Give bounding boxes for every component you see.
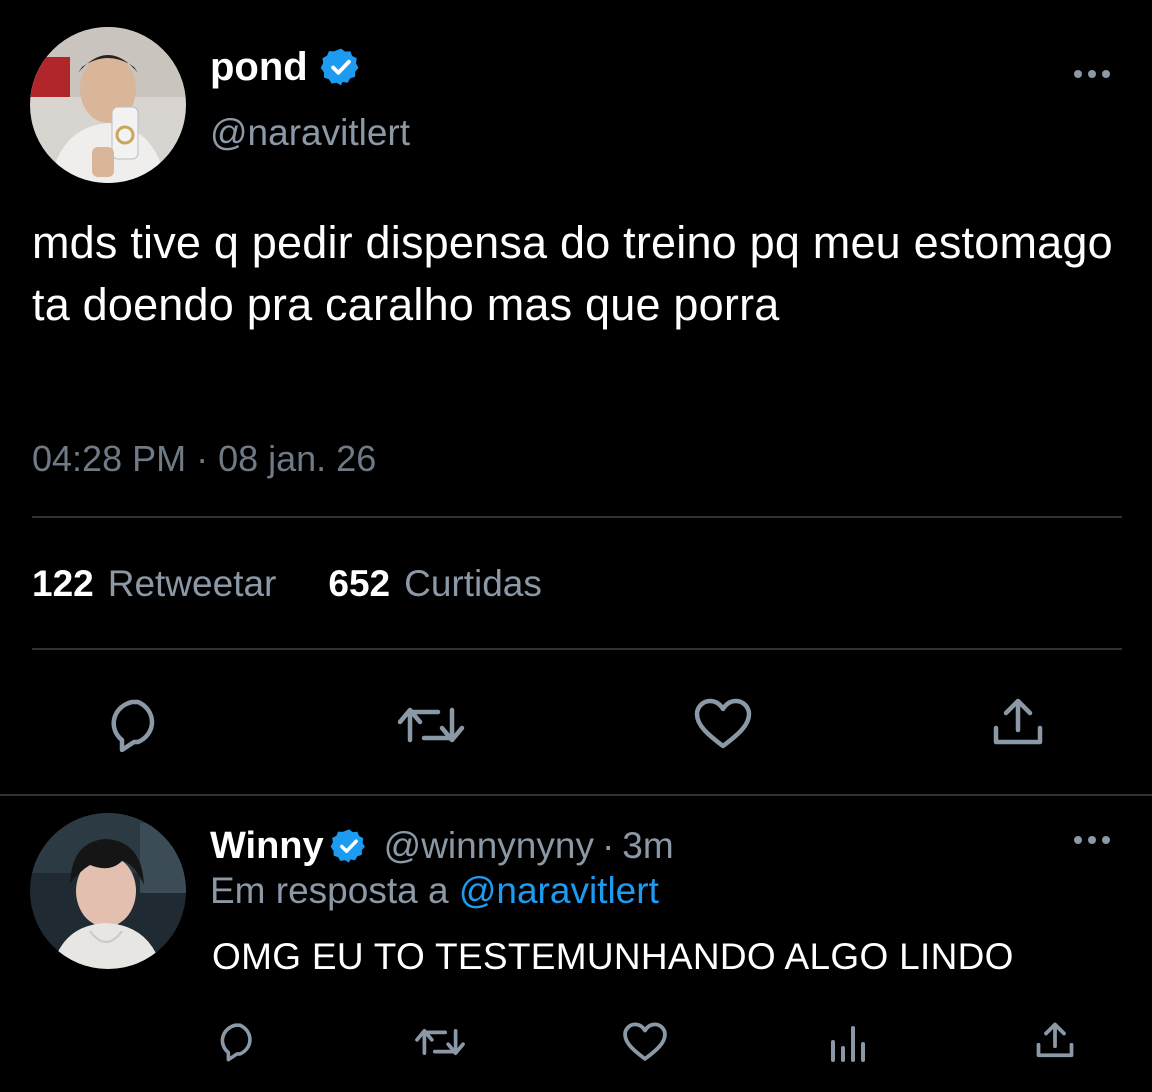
reply-prefix: Em resposta a bbox=[210, 870, 449, 911]
share-icon[interactable] bbox=[990, 696, 1046, 750]
author-handle[interactable]: @naravitlert bbox=[210, 112, 410, 154]
like-label[interactable]: Curtidas bbox=[404, 563, 542, 605]
divider bbox=[32, 516, 1122, 518]
separator: · bbox=[601, 825, 615, 866]
divider bbox=[0, 794, 1152, 796]
reply-time[interactable]: 3m bbox=[622, 825, 673, 867]
tweet-timestamp[interactable]: 04:28 PM · 08 jan. 26 bbox=[32, 438, 376, 480]
display-name[interactable]: pond bbox=[210, 45, 308, 90]
more-options-icon[interactable] bbox=[1070, 830, 1114, 850]
share-icon[interactable] bbox=[1034, 1020, 1076, 1062]
display-name[interactable]: Winny bbox=[210, 825, 324, 868]
author-name[interactable]: pond bbox=[210, 42, 362, 92]
reply-icon[interactable] bbox=[214, 1020, 260, 1062]
retweet-count[interactable]: 122 bbox=[32, 563, 94, 605]
reply-icon[interactable] bbox=[102, 696, 166, 752]
retweet-label[interactable]: Retweetar bbox=[108, 563, 277, 605]
avatar[interactable] bbox=[30, 27, 186, 183]
reply-context: Em resposta a @naravitlert bbox=[210, 870, 659, 912]
tweet-detail-screen: pond @naravitlert mds tive q pedir dispe… bbox=[0, 0, 1152, 1092]
reply-text: OMG EU TO TESTEMUNHANDO ALGO LINDO bbox=[212, 936, 1014, 977]
engagement-stats: 122 Retweetar 652 Curtidas bbox=[32, 563, 542, 605]
retweet-icon[interactable] bbox=[414, 1023, 466, 1061]
like-icon[interactable] bbox=[693, 698, 753, 750]
tweet-text: mds tive q pedir dispensa do treino pq m… bbox=[32, 217, 1113, 330]
reply-header: Winny @winnynyny · 3m bbox=[210, 822, 674, 870]
like-count[interactable]: 652 bbox=[328, 563, 390, 605]
analytics-icon[interactable] bbox=[828, 1024, 870, 1062]
like-icon[interactable] bbox=[622, 1022, 668, 1062]
retweet-icon[interactable] bbox=[396, 700, 466, 750]
divider bbox=[32, 648, 1122, 650]
more-options-icon[interactable] bbox=[1070, 64, 1114, 84]
verified-badge-icon bbox=[320, 46, 362, 88]
author-handle[interactable]: @winnynyny bbox=[384, 825, 594, 867]
verified-badge-icon bbox=[330, 827, 368, 865]
reply-to-handle-link[interactable]: @naravitlert bbox=[459, 870, 659, 911]
avatar[interactable] bbox=[30, 813, 186, 969]
